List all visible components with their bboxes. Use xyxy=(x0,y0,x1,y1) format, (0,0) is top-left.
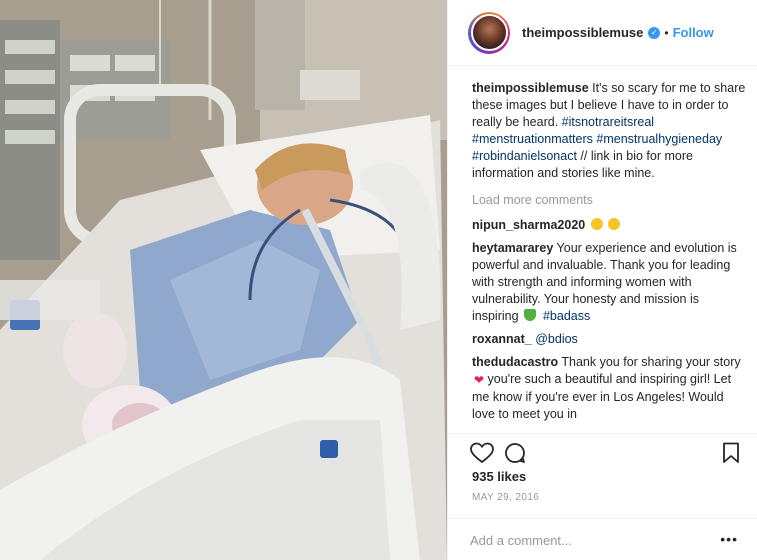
post-header: theimpossiblemuse ✓ • Follow xyxy=(448,0,757,66)
post-sidebar: theimpossiblemuse ✓ • Follow theimpossib… xyxy=(447,0,757,560)
post-photo[interactable] xyxy=(0,0,447,560)
hashtag-link[interactable]: #badass xyxy=(543,309,590,323)
comment-icon[interactable] xyxy=(504,442,526,464)
comment-username[interactable]: heytamararey xyxy=(472,241,553,255)
comments-list: theimpossiblemuse It's so scary for me t… xyxy=(472,80,746,430)
hashtag-link[interactable]: #menstrualhygieneday xyxy=(596,132,722,146)
comment: heytamararey Your experience and evoluti… xyxy=(472,240,746,325)
smile-emoji-icon xyxy=(608,218,621,230)
heart-icon[interactable] xyxy=(470,442,494,464)
caption: theimpossiblemuse It's so scary for me t… xyxy=(472,80,746,182)
red-heart-emoji-icon: ❤ xyxy=(474,373,485,387)
separator-dot: • xyxy=(664,25,669,40)
avatar[interactable] xyxy=(468,11,510,54)
smile-emoji-icon xyxy=(590,218,603,230)
avatar-image xyxy=(470,14,508,51)
hashtag-link[interactable]: #itsnotrareitsreal xyxy=(562,115,654,129)
comment: nipun_sharma2020 xyxy=(472,217,746,234)
verified-badge-icon: ✓ xyxy=(648,26,661,39)
green-heart-emoji-icon xyxy=(524,309,537,321)
comment-username[interactable]: thedudacastro xyxy=(472,355,558,369)
bookmark-icon[interactable] xyxy=(722,442,740,464)
post-date: MAY 29, 2016 xyxy=(472,492,540,503)
comment-username[interactable]: nipun_sharma2020 xyxy=(472,218,585,232)
likes-count[interactable]: 935 likes xyxy=(472,469,526,484)
post-author-username[interactable]: theimpossiblemuse xyxy=(522,25,643,40)
caption-username[interactable]: theimpossiblemuse xyxy=(472,81,589,95)
load-more-comments-button[interactable]: Load more comments xyxy=(472,192,746,209)
more-options-icon[interactable]: ••• xyxy=(720,531,738,547)
follow-button[interactable]: Follow xyxy=(673,25,714,40)
hashtag-link[interactable]: #robindanielsonact xyxy=(472,149,577,163)
add-comment-input[interactable] xyxy=(470,530,700,550)
comment: thedudacastro Thank you for sharing your… xyxy=(472,354,746,423)
hashtag-link[interactable]: #menstruationmatters xyxy=(472,132,593,146)
comment-text: you're such a beautiful and inspiring gi… xyxy=(472,372,732,421)
comment-text: Thank you for sharing your story xyxy=(558,355,741,369)
action-bar xyxy=(448,433,757,473)
add-comment-bar: ••• xyxy=(448,518,757,560)
comment: roxannat_ @bdios xyxy=(472,331,746,348)
mention-link[interactable]: @bdios xyxy=(535,332,578,346)
hospital-photo xyxy=(0,0,447,560)
comment-username[interactable]: roxannat_ xyxy=(472,332,532,346)
